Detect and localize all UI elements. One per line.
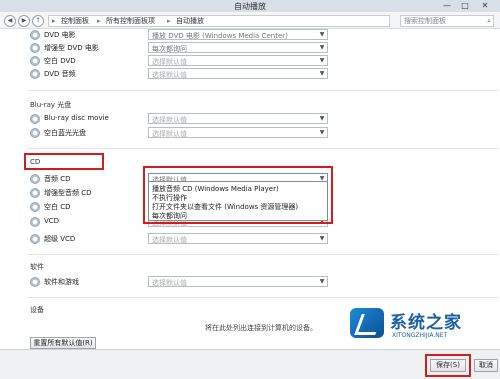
chevron-down-icon: ▼: [319, 129, 325, 136]
cd-icon: [30, 234, 40, 244]
select-value: 选择默认值: [152, 236, 187, 244]
back-icon[interactable]: ◀: [4, 15, 16, 27]
dvd-icon: [30, 69, 40, 79]
row-label: DVD 电影: [44, 31, 76, 39]
window-title: 自动播放: [234, 2, 266, 11]
brand-logo-icon: [350, 308, 384, 338]
breadcrumb-control-panel[interactable]: 控制面板: [61, 16, 89, 26]
breadcrumb-autoplay[interactable]: 自动播放: [176, 16, 204, 26]
select-value: 选择默认值: [152, 58, 187, 66]
chevron-down-icon: ▼: [319, 31, 325, 38]
section-title-software: 软件: [30, 263, 44, 271]
software-icon: [30, 277, 40, 287]
highlight-box: [425, 354, 471, 377]
row-label: 音频 CD: [44, 175, 71, 183]
search-input[interactable]: 搜索控制面板 ⌕: [400, 15, 494, 27]
disc-icon: [30, 114, 40, 124]
enhanced-dvd-select[interactable]: 每次都询问 ▼: [148, 42, 328, 53]
close-button[interactable]: ✕: [478, 0, 492, 11]
breadcrumb-all-items[interactable]: 所有控制面板项: [106, 16, 155, 26]
divider: [28, 254, 498, 255]
cd-icon: [30, 202, 40, 212]
row-label: 软件和游戏: [44, 278, 79, 286]
row-label: 超级 VCD: [44, 235, 76, 243]
cd-icon: [30, 174, 40, 184]
up-icon[interactable]: ↑: [32, 15, 44, 27]
select-value: 每次都询问: [152, 45, 187, 53]
chevron-down-icon: ▼: [319, 57, 325, 64]
select-value: 选择默认值: [152, 116, 187, 124]
dvd-icon: [30, 43, 40, 53]
row-label: 空白 DVD: [44, 57, 76, 65]
breadcrumb[interactable]: ▸ 控制面板 ▸ 所有控制面板项 ▸ 自动播放: [48, 15, 390, 27]
svcd-select[interactable]: 选择默认值 ▼: [148, 233, 328, 244]
forward-icon[interactable]: ▶: [18, 15, 30, 27]
chevron-down-icon: ▼: [319, 278, 325, 285]
minimize-button[interactable]: —: [440, 0, 454, 11]
select-value: 选择默认值: [152, 130, 187, 138]
maximize-button[interactable]: □: [458, 0, 472, 11]
separator-icon: ▸: [97, 17, 101, 25]
separator-icon: ▸: [52, 17, 56, 25]
section-title-bluray: Blu-ray 光盘: [30, 101, 72, 109]
row-label: Blu-ray disc movie: [44, 114, 109, 122]
select-value: 选择默认值: [152, 71, 187, 79]
disc-icon: [30, 128, 40, 138]
chevron-down-icon: ▼: [319, 44, 325, 51]
divider: [28, 90, 498, 91]
dvd-icon: [30, 30, 40, 40]
row-label: 增强型 DVD 电影: [44, 44, 99, 52]
row-label: 增强型音频 CD: [44, 189, 92, 197]
select-value: 选择默认值: [152, 279, 187, 287]
blank-bluray-select[interactable]: 选择默认值 ▼: [148, 127, 328, 138]
highlight-box: [24, 153, 104, 170]
row-label: DVD 音频: [44, 70, 76, 78]
section-title-devices: 设备: [30, 306, 44, 314]
watermark-logo: 系统之家 XITONGZHIJIA.NET: [350, 300, 500, 350]
bluray-movie-select[interactable]: 选择默认值 ▼: [148, 113, 328, 124]
separator-icon: ▸: [167, 17, 171, 25]
divider: [28, 148, 498, 149]
blank-dvd-select[interactable]: 选择默认值 ▼: [148, 55, 328, 66]
search-icon[interactable]: ⌕: [487, 16, 491, 26]
chevron-down-icon: ▼: [319, 70, 325, 77]
watermark-url: XITONGZHIJIA.NET: [392, 332, 448, 339]
cancel-button[interactable]: 取消: [474, 359, 498, 372]
divider: [28, 297, 498, 298]
address-bar: ◀ ▶ ↑ ▸ 控制面板 ▸ 所有控制面板项 ▸ 自动播放 搜索控制面板 ⌕: [0, 12, 500, 29]
watermark-name: 系统之家: [390, 313, 462, 333]
select-value: 播放 DVD 电影 (Windows Media Center): [152, 32, 288, 40]
search-placeholder: 搜索控制面板: [404, 17, 446, 25]
cd-icon: [30, 188, 40, 198]
software-select[interactable]: 选择默认值 ▼: [148, 276, 328, 287]
row-label: 空白 CD: [44, 203, 71, 211]
cd-icon: [30, 217, 40, 227]
dvd-movie-select[interactable]: 播放 DVD 电影 (Windows Media Center) ▼: [148, 29, 328, 40]
reset-defaults-button[interactable]: 重置所有默认值(R): [30, 337, 96, 349]
dvd-icon: [30, 56, 40, 66]
row-label: 空白蓝光光盘: [44, 129, 86, 137]
dvd-audio-select[interactable]: 选择默认值 ▼: [148, 68, 328, 79]
devices-hint: 将在此处列出连接到计算机的设备。: [205, 324, 317, 332]
bottom-bar: 保存(S) 取消: [0, 349, 500, 379]
chevron-down-icon: ▼: [319, 115, 325, 122]
highlight-box: [143, 166, 333, 224]
row-label: VCD: [44, 217, 60, 225]
chevron-down-icon: ▼: [319, 235, 325, 242]
